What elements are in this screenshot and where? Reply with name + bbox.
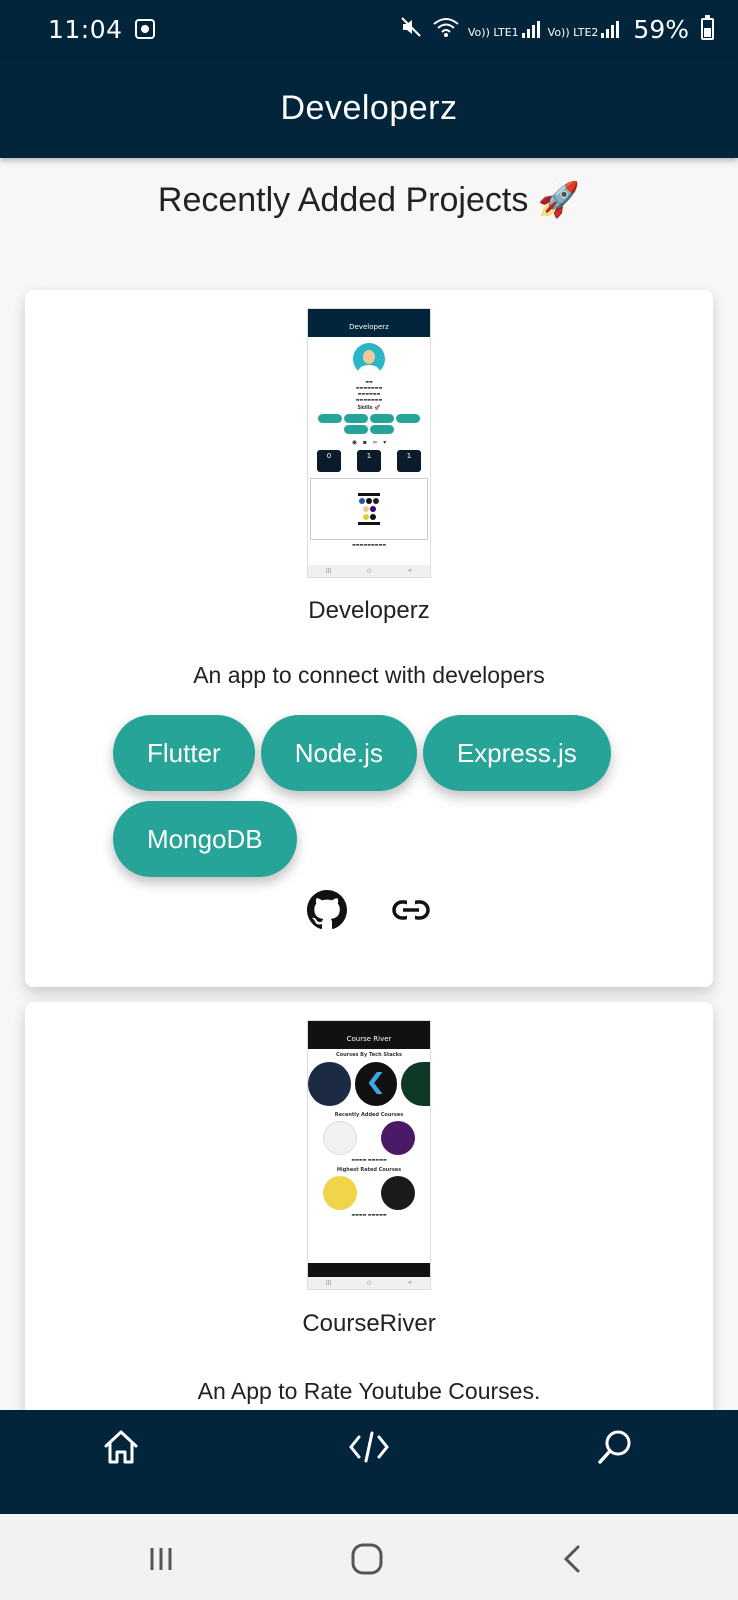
status-indicators: Vo)) LTE1 Vo)) LTE2 59% <box>400 15 714 44</box>
app-bar: Developerz <box>0 58 738 158</box>
screenshot-notification-icon <box>134 19 155 39</box>
mute-icon <box>400 16 424 42</box>
mini-app-title: Developerz <box>308 317 430 337</box>
tech-tag[interactable]: Flutter <box>113 715 255 791</box>
project-card[interactable]: Developerz ▬▬ ▬▬▬▬▬▬▬ ▬▬▬▬▬▬ ▬▬▬▬▬▬▬ Skills… <box>25 290 713 987</box>
sim2-label: Vo)) LTE2 <box>547 26 599 39</box>
mini-skill-chips <box>308 413 430 435</box>
mini-stats: 0 1 1 <box>308 450 430 472</box>
sim2-signal: Vo)) LTE2 <box>548 20 620 38</box>
code-icon[interactable] <box>344 1422 394 1472</box>
tech-tag[interactable]: MongoDB <box>113 801 297 877</box>
link-icon[interactable] <box>391 890 431 930</box>
mini-avatar <box>353 343 385 375</box>
mini-heading: Highest Rated Courses <box>336 1167 402 1173</box>
search-icon[interactable] <box>590 1422 640 1472</box>
project-card[interactable]: Course River Courses By Tech Stacks Rece… <box>25 1002 713 1422</box>
home-icon[interactable] <box>96 1422 146 1472</box>
status-time: 11:04 <box>48 14 123 44</box>
bottom-navigation <box>0 1410 738 1514</box>
mini-heading: Recently Added Courses <box>334 1112 404 1118</box>
system-navigation <box>0 1514 738 1600</box>
project-links <box>25 890 713 930</box>
recent-apps-icon[interactable] <box>138 1536 184 1582</box>
tech-tags: Flutter Node.js Express.js MongoDB <box>113 715 633 877</box>
sim1-signal: Vo)) LTE1 <box>468 20 540 38</box>
battery-icon <box>701 15 714 40</box>
status-bar: 11:04 Vo)) LTE1 Vo)) LTE2 59% <box>0 0 738 58</box>
mini-skills-label: Skills 🚀 <box>357 405 381 411</box>
github-icon[interactable] <box>307 890 347 930</box>
project-screenshot: Course River Courses By Tech Stacks Rece… <box>307 1020 431 1290</box>
mini-heading: Courses By Tech Stacks <box>335 1052 403 1058</box>
sim1-label: Vo)) LTE1 <box>467 26 519 39</box>
project-name: CourseRiver <box>302 1310 436 1337</box>
section-title: Recently Added Projects 🚀 <box>157 181 581 219</box>
battery-percent: 59% <box>633 14 689 44</box>
project-description: An App to Rate Youtube Courses. <box>197 1378 541 1404</box>
project-description: An app to connect with developers <box>193 662 545 688</box>
home-button-icon[interactable] <box>344 1536 390 1582</box>
project-name: Developerz <box>308 597 430 624</box>
mini-app-title: Course River <box>308 1029 430 1049</box>
tech-tag[interactable]: Node.js <box>260 715 417 791</box>
app-title: Developerz <box>280 88 458 127</box>
back-icon[interactable] <box>550 1536 596 1582</box>
wifi-icon <box>432 16 460 42</box>
project-screenshot: Developerz ▬▬ ▬▬▬▬▬▬▬ ▬▬▬▬▬▬ ▬▬▬▬▬▬▬ Skills… <box>307 308 431 578</box>
tech-tag[interactable]: Express.js <box>422 715 611 791</box>
